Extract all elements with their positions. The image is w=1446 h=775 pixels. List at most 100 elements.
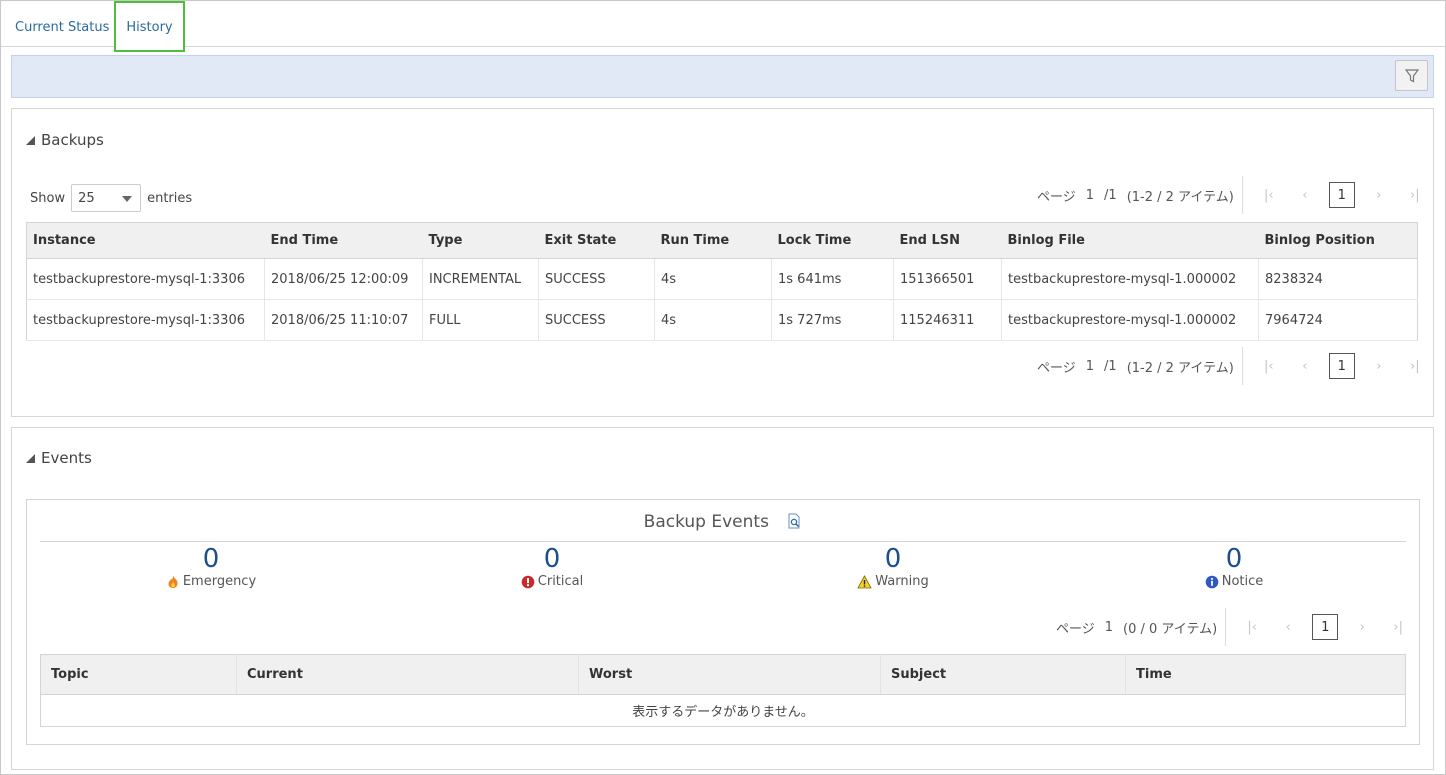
filter-icon bbox=[1404, 68, 1419, 82]
cell-instance[interactable]: testbackuprestore-mysql-1:3306 bbox=[26, 299, 265, 341]
table-header-row: Instance End Time Type Exit State Run Ti… bbox=[26, 222, 1418, 259]
col-time[interactable]: Time bbox=[1125, 654, 1406, 695]
table-row: 表示するデータがありません。 bbox=[41, 695, 1406, 727]
col-run-time[interactable]: Run Time bbox=[654, 222, 772, 259]
last-page-icon[interactable]: ›| bbox=[1384, 620, 1412, 635]
prev-page-icon[interactable]: ‹ bbox=[1274, 620, 1302, 635]
col-subject[interactable]: Subject bbox=[880, 654, 1126, 695]
pager-total: /1 bbox=[1104, 358, 1117, 374]
pager-page-label: ページ bbox=[1037, 360, 1076, 376]
events-table: Topic Current Worst Subject Time 表示するデータ… bbox=[40, 654, 1406, 727]
cell-end-time: 2018/06/25 11:10:07 bbox=[264, 299, 423, 341]
cell-instance[interactable]: testbackuprestore-mysql-1:3306 bbox=[26, 258, 265, 300]
cell-lock-time: 1s 727ms bbox=[771, 299, 894, 341]
count-label: Critical bbox=[537, 574, 584, 589]
cell-run-time: 4s bbox=[654, 299, 772, 341]
page-size-select[interactable]: 25 bbox=[71, 184, 142, 212]
search-document-icon[interactable] bbox=[786, 513, 802, 529]
chevron-down-icon bbox=[122, 196, 133, 202]
page-number-button[interactable]: 1 bbox=[1312, 614, 1339, 640]
pager-items: (0 / 0 アイテム) bbox=[1123, 621, 1218, 637]
cell-exit-state: SUCCESS bbox=[538, 299, 655, 341]
pager-items: (1-2 / 2 アイテム) bbox=[1126, 360, 1234, 376]
count-critical[interactable]: 0 Critical bbox=[452, 544, 652, 589]
cell-run-time: 4s bbox=[654, 258, 772, 300]
event-counts: 0 Emergency 0 Critical 0 Warning 0 Notic… bbox=[40, 544, 1406, 596]
pager-page: 1 bbox=[1085, 187, 1095, 203]
events-title: Events bbox=[41, 449, 92, 467]
tab-history[interactable]: History bbox=[114, 1, 185, 52]
count-value: 0 bbox=[543, 544, 561, 574]
collapse-triangle-icon bbox=[26, 135, 35, 145]
pager-divider bbox=[1241, 176, 1243, 214]
count-warning[interactable]: 0 Warning bbox=[793, 544, 993, 589]
filter-bar bbox=[11, 55, 1434, 98]
next-page-icon[interactable]: › bbox=[1365, 188, 1393, 203]
cell-end-time: 2018/06/25 12:00:09 bbox=[264, 258, 423, 300]
col-binlog-position[interactable]: Binlog Position bbox=[1258, 222, 1418, 259]
backup-events-box: Backup Events 0 Emergency 0 Critical 0 W… bbox=[26, 499, 1420, 745]
show-label: Show bbox=[30, 190, 66, 206]
cell-end-lsn: 115246311 bbox=[893, 299, 1002, 341]
fire-icon bbox=[168, 575, 178, 588]
last-page-icon[interactable]: ›| bbox=[1401, 188, 1429, 203]
events-pager: ページ 1 (0 / 0 アイテム) |‹ ‹ 1 › ›| bbox=[1056, 608, 1416, 646]
count-value: 0 bbox=[1225, 544, 1243, 574]
page-number-button[interactable]: 1 bbox=[1328, 353, 1355, 379]
count-notice[interactable]: 0 Notice bbox=[1134, 544, 1334, 589]
col-type[interactable]: Type bbox=[422, 222, 539, 259]
table-row[interactable]: testbackuprestore-mysql-1:3306 2018/06/2… bbox=[26, 299, 1418, 341]
filter-button[interactable] bbox=[1395, 60, 1428, 91]
info-icon bbox=[1205, 575, 1219, 588]
count-emergency[interactable]: 0 Emergency bbox=[111, 544, 311, 589]
backups-title: Backups bbox=[41, 131, 104, 149]
cell-type: FULL bbox=[422, 299, 539, 341]
prev-page-icon[interactable]: ‹ bbox=[1291, 188, 1319, 203]
next-page-icon[interactable]: › bbox=[1365, 359, 1393, 374]
col-current[interactable]: Current bbox=[236, 654, 579, 695]
cell-binlog-file: testbackuprestore-mysql-1.000002 bbox=[1001, 258, 1259, 300]
col-end-lsn[interactable]: End LSN bbox=[893, 222, 1002, 259]
count-label: Warning bbox=[875, 574, 929, 589]
pager-total: /1 bbox=[1104, 187, 1117, 203]
col-end-time[interactable]: End Time bbox=[264, 222, 423, 259]
tab-current-status[interactable]: Current Status bbox=[15, 1, 109, 47]
table-header-row: Topic Current Worst Subject Time bbox=[40, 654, 1406, 695]
col-topic[interactable]: Topic bbox=[40, 654, 237, 695]
prev-page-icon[interactable]: ‹ bbox=[1291, 359, 1319, 374]
count-label: Notice bbox=[1221, 574, 1264, 589]
backups-pager-top: ページ 1 /1 (1-2 / 2 アイテム) |‹ ‹ 1 › ›| bbox=[1037, 176, 1433, 214]
col-instance[interactable]: Instance bbox=[26, 222, 265, 259]
page-size-value: 25 bbox=[78, 190, 95, 206]
pager-divider bbox=[1225, 608, 1227, 646]
critical-icon bbox=[521, 575, 535, 588]
next-page-icon[interactable]: › bbox=[1348, 620, 1376, 635]
events-panel: Events Backup Events 0 Emergency 0 Criti… bbox=[11, 427, 1434, 770]
first-page-icon[interactable]: |‹ bbox=[1238, 620, 1266, 635]
backup-events-title: Backup Events bbox=[643, 512, 769, 532]
col-exit-state[interactable]: Exit State bbox=[538, 222, 655, 259]
first-page-icon[interactable]: |‹ bbox=[1255, 359, 1283, 374]
entries-label: entries bbox=[147, 190, 193, 206]
col-binlog-file[interactable]: Binlog File bbox=[1001, 222, 1259, 259]
backups-section-header[interactable]: Backups bbox=[26, 131, 104, 149]
pager-page-label: ページ bbox=[1056, 621, 1095, 637]
backups-pager-bottom: ページ 1 /1 (1-2 / 2 アイテム) |‹ ‹ 1 › ›| bbox=[1037, 347, 1433, 385]
cell-binlog-position: 8238324 bbox=[1258, 258, 1418, 300]
warning-icon bbox=[857, 574, 872, 588]
first-page-icon[interactable]: |‹ bbox=[1255, 188, 1283, 203]
cell-lock-time: 1s 641ms bbox=[771, 258, 894, 300]
cell-binlog-file: testbackuprestore-mysql-1.000002 bbox=[1001, 299, 1259, 341]
cell-exit-state: SUCCESS bbox=[538, 258, 655, 300]
count-value: 0 bbox=[202, 544, 220, 574]
events-section-header[interactable]: Events bbox=[26, 449, 92, 467]
collapse-triangle-icon bbox=[26, 453, 35, 463]
cell-end-lsn: 151366501 bbox=[893, 258, 1002, 300]
table-row[interactable]: testbackuprestore-mysql-1:3306 2018/06/2… bbox=[26, 258, 1418, 300]
col-worst[interactable]: Worst bbox=[578, 654, 881, 695]
cell-binlog-position: 7964724 bbox=[1258, 299, 1418, 341]
col-lock-time[interactable]: Lock Time bbox=[771, 222, 894, 259]
last-page-icon[interactable]: ›| bbox=[1401, 359, 1429, 374]
page-number-button[interactable]: 1 bbox=[1328, 182, 1355, 208]
count-label: Emergency bbox=[182, 574, 257, 589]
